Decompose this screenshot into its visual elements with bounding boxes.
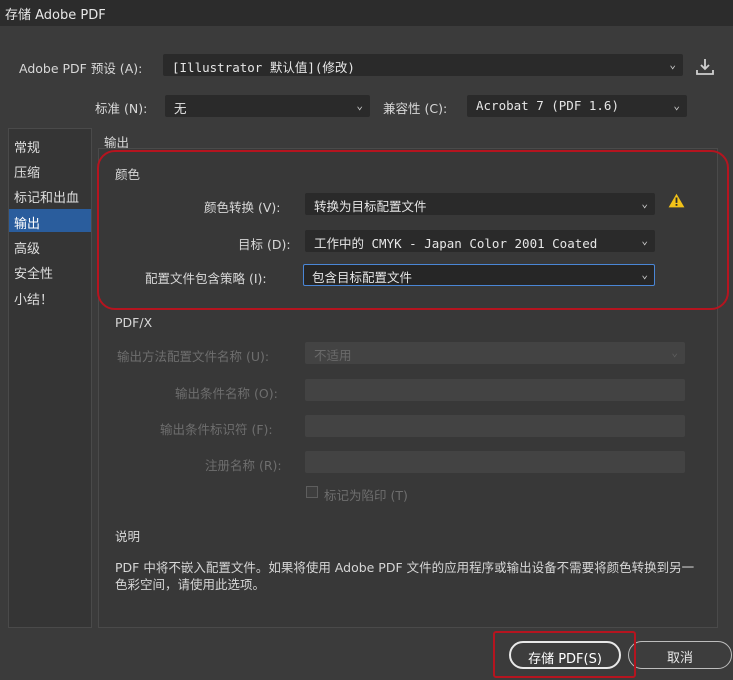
- description-title: 说明: [115, 529, 141, 544]
- window-title: 存储 Adobe PDF: [5, 8, 106, 23]
- standard-value: 无: [174, 101, 187, 116]
- sidebar-item-summary[interactable]: 小结！: [9, 285, 91, 308]
- download-icon[interactable]: [695, 58, 715, 76]
- chevron-down-icon: ⌄: [669, 58, 676, 71]
- annotation-highlight-color: [97, 150, 729, 310]
- annotation-highlight-save: [493, 631, 636, 678]
- sidebar-item-compression[interactable]: 压缩: [9, 158, 91, 181]
- window-titlebar: 存储 Adobe PDF: [0, 0, 733, 26]
- sidebar-item-marks-bleeds[interactable]: 标记和出血: [9, 183, 91, 206]
- compat-select[interactable]: Acrobat 7 (PDF 1.6) ⌄: [467, 95, 687, 117]
- intent-profile-label: 输出方法配置文件名称 (U):: [117, 349, 270, 364]
- condition-name-label: 输出条件名称 (O):: [175, 386, 278, 401]
- intent-profile-value: 不适用: [314, 348, 352, 363]
- standard-select[interactable]: 无 ⌄: [165, 95, 370, 117]
- condition-id-field[interactable]: [305, 415, 685, 437]
- trapped-checkbox[interactable]: [306, 486, 318, 498]
- chevron-down-icon: ⌄: [356, 99, 363, 112]
- pdfx-group-title: PDF/X: [115, 315, 153, 330]
- registry-name-field[interactable]: [305, 451, 685, 473]
- category-sidebar: 常规 压缩 标记和出血 输出 高级 安全性 小结！: [8, 128, 92, 628]
- sidebar-item-security[interactable]: 安全性: [9, 259, 91, 282]
- sidebar-item-general[interactable]: 常规: [9, 133, 91, 156]
- sidebar-item-advanced[interactable]: 高级: [9, 234, 91, 257]
- chevron-down-icon: ⌄: [671, 346, 678, 359]
- standard-label: 标准 (N):: [95, 101, 148, 116]
- compat-label: 兼容性 (C):: [383, 101, 448, 116]
- sidebar-item-output[interactable]: 输出: [9, 209, 91, 232]
- condition-name-field[interactable]: [305, 379, 685, 401]
- intent-profile-select[interactable]: 不适用 ⌄: [305, 342, 685, 364]
- preset-select[interactable]: [Illustrator 默认值](修改) ⌄: [163, 54, 683, 76]
- registry-name-label: 注册名称 (R):: [205, 458, 282, 473]
- condition-id-label: 输出条件标识符 (F):: [160, 422, 273, 437]
- preset-value: [Illustrator 默认值](修改): [172, 60, 355, 75]
- preset-label: Adobe PDF 预设 (A):: [19, 61, 143, 76]
- trapped-label: 标记为陷印 (T): [324, 488, 408, 503]
- description-text: PDF 中将不嵌入配置文件。如果将使用 Adobe PDF 文件的应用程序或输出…: [115, 560, 695, 592]
- cancel-button[interactable]: 取消: [628, 641, 732, 669]
- compat-value: Acrobat 7 (PDF 1.6): [476, 98, 619, 113]
- chevron-down-icon: ⌄: [673, 99, 680, 112]
